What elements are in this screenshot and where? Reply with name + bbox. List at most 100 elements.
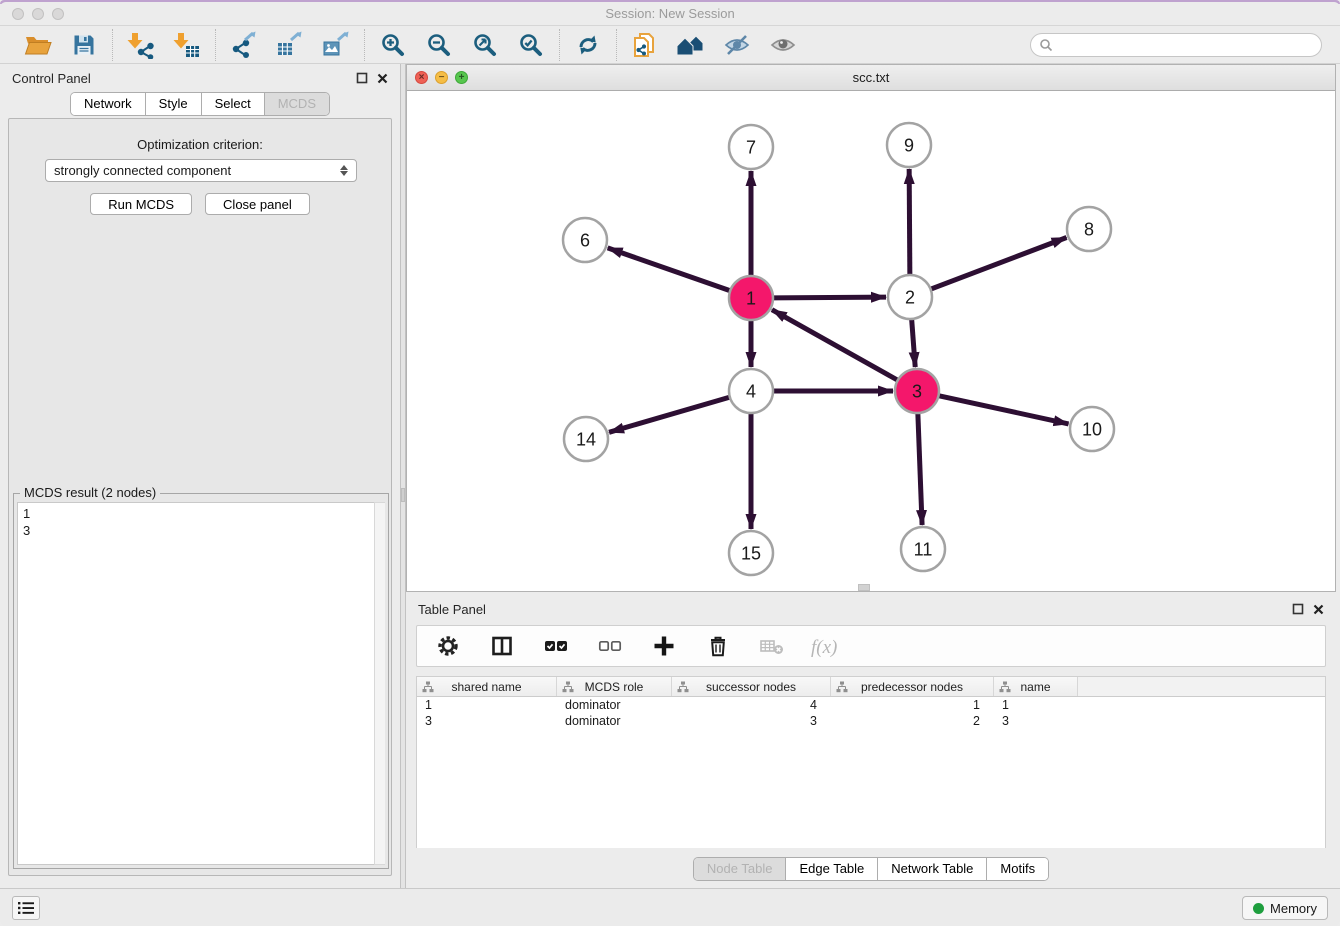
- search-input[interactable]: [1053, 37, 1313, 52]
- criterion-dropdown[interactable]: strongly connected component: [45, 159, 357, 182]
- hide-panel-eye-icon[interactable]: [718, 28, 756, 62]
- node-label: 4: [746, 382, 756, 402]
- node-label: 3: [912, 382, 922, 402]
- edge-3-to-11[interactable]: [918, 413, 922, 525]
- tab-network[interactable]: Network: [71, 93, 146, 115]
- node-10[interactable]: 10: [1070, 407, 1114, 451]
- node-7[interactable]: 7: [729, 125, 773, 169]
- column-header-successor-nodes[interactable]: successor nodes: [672, 677, 831, 696]
- column-header-name[interactable]: name: [994, 677, 1078, 696]
- node-label: 14: [576, 430, 596, 450]
- settings-gear-icon[interactable]: [429, 629, 467, 663]
- add-column-icon[interactable]: [645, 629, 683, 663]
- zoom-in-icon[interactable]: [374, 28, 412, 62]
- column-type-icon: [999, 681, 1011, 693]
- node-label: 9: [904, 136, 914, 156]
- table-panel-title: Table Panel: [418, 602, 1292, 617]
- export-image-icon[interactable]: [317, 28, 355, 62]
- node-label: 6: [580, 231, 590, 251]
- network-window-titlebar[interactable]: × − + scc.txt: [407, 65, 1335, 91]
- network-graph: 7 9 6 8 1 2 4 3 14 10 15 11: [407, 91, 1335, 591]
- delete-table-icon-disabled: [753, 629, 791, 663]
- zoom-out-icon[interactable]: [420, 28, 458, 62]
- window-title: Session: New Session: [0, 6, 1340, 21]
- edge-1-to-2[interactable]: [773, 297, 886, 298]
- node-8[interactable]: 8: [1067, 207, 1111, 251]
- column-header-shared-name[interactable]: shared name: [417, 677, 557, 696]
- column-header-predecessor-nodes[interactable]: predecessor nodes: [831, 677, 994, 696]
- deselect-all-icon[interactable]: [591, 629, 629, 663]
- tab-edge-table[interactable]: Edge Table: [786, 858, 878, 880]
- float-panel-icon[interactable]: [356, 72, 368, 84]
- memory-status-icon: [1253, 903, 1264, 914]
- table-tabs: Node TableEdge TableNetwork TableMotifs: [693, 857, 1049, 881]
- tab-mcds[interactable]: MCDS: [265, 93, 329, 115]
- node-4[interactable]: 4: [729, 369, 773, 413]
- import-table-icon[interactable]: [168, 28, 206, 62]
- zoom-selected-icon[interactable]: [512, 28, 550, 62]
- float-table-panel-icon[interactable]: [1292, 603, 1304, 615]
- control-panel: Control Panel NetworkStyleSelectMCDS Opt…: [0, 64, 400, 888]
- refresh-layout-icon[interactable]: [569, 28, 607, 62]
- edge-1-to-6[interactable]: [608, 248, 731, 291]
- node-2[interactable]: 2: [888, 275, 932, 319]
- home-layout-icon[interactable]: [672, 28, 710, 62]
- memory-button[interactable]: Memory: [1242, 896, 1328, 920]
- node-3[interactable]: 3: [895, 369, 939, 413]
- splitter-grip[interactable]: [401, 488, 405, 502]
- node-label: 15: [741, 544, 761, 564]
- node-9[interactable]: 9: [887, 123, 931, 167]
- tab-select[interactable]: Select: [202, 93, 265, 115]
- column-type-icon: [677, 681, 689, 693]
- horizontal-splitter-grip[interactable]: [858, 584, 870, 591]
- column-header-label: shared name: [451, 680, 521, 694]
- table-cell: 1: [831, 698, 994, 712]
- table-cell: 3: [417, 714, 557, 728]
- edge-4-to-14[interactable]: [609, 397, 730, 432]
- table-cell: 4: [672, 698, 831, 712]
- node-label: 1: [746, 289, 756, 309]
- node-15[interactable]: 15: [729, 531, 773, 575]
- search-field[interactable]: [1030, 33, 1322, 57]
- edge-2-to-9[interactable]: [909, 169, 910, 275]
- node-6[interactable]: 6: [563, 218, 607, 262]
- control-panel-tabs: NetworkStyleSelectMCDS: [70, 92, 330, 116]
- optimization-criterion-label: Optimization criterion:: [9, 137, 391, 152]
- node-14[interactable]: 14: [564, 417, 608, 461]
- edge-2-to-3[interactable]: [912, 319, 916, 367]
- open-file-icon[interactable]: [19, 28, 57, 62]
- show-panel-eye-icon[interactable]: [764, 28, 802, 62]
- column-header-MCDS-role[interactable]: MCDS role: [557, 677, 672, 696]
- edge-2-to-8[interactable]: [931, 238, 1067, 290]
- network-canvas[interactable]: 7 9 6 8 1 2 4 3 14 10 15 11: [407, 91, 1335, 591]
- export-network-icon[interactable]: [225, 28, 263, 62]
- control-panel-title: Control Panel: [12, 71, 356, 86]
- node-1[interactable]: 1: [729, 276, 773, 320]
- export-table-icon[interactable]: [271, 28, 309, 62]
- import-network-icon[interactable]: [122, 28, 160, 62]
- column-selector-icon[interactable]: [483, 629, 521, 663]
- run-mcds-button[interactable]: Run MCDS: [90, 193, 192, 215]
- delete-column-icon[interactable]: [699, 629, 737, 663]
- table-row[interactable]: 1dominator411: [417, 697, 1325, 713]
- tab-motifs[interactable]: Motifs: [987, 858, 1048, 880]
- zoom-fit-icon[interactable]: [466, 28, 504, 62]
- close-panel-icon[interactable]: [377, 73, 388, 84]
- result-scrollbar[interactable]: [374, 502, 385, 865]
- table-row[interactable]: 3dominator323: [417, 713, 1325, 729]
- edge-3-to-10[interactable]: [938, 396, 1068, 424]
- save-session-icon[interactable]: [65, 28, 103, 62]
- task-history-button[interactable]: [12, 896, 40, 920]
- select-all-icon[interactable]: [537, 629, 575, 663]
- duplicate-network-icon[interactable]: [626, 28, 664, 62]
- node-11[interactable]: 11: [901, 527, 945, 571]
- mcds-result-text[interactable]: 1 3: [17, 502, 385, 865]
- column-header-label: successor nodes: [706, 680, 796, 694]
- tab-network-table[interactable]: Network Table: [878, 858, 987, 880]
- tab-style[interactable]: Style: [146, 93, 202, 115]
- edge-3-to-1[interactable]: [772, 310, 898, 381]
- tab-node-table[interactable]: Node Table: [694, 858, 787, 880]
- close-table-panel-icon[interactable]: [1313, 604, 1324, 615]
- table-cell: 3: [994, 714, 1078, 728]
- close-panel-button[interactable]: Close panel: [205, 193, 310, 215]
